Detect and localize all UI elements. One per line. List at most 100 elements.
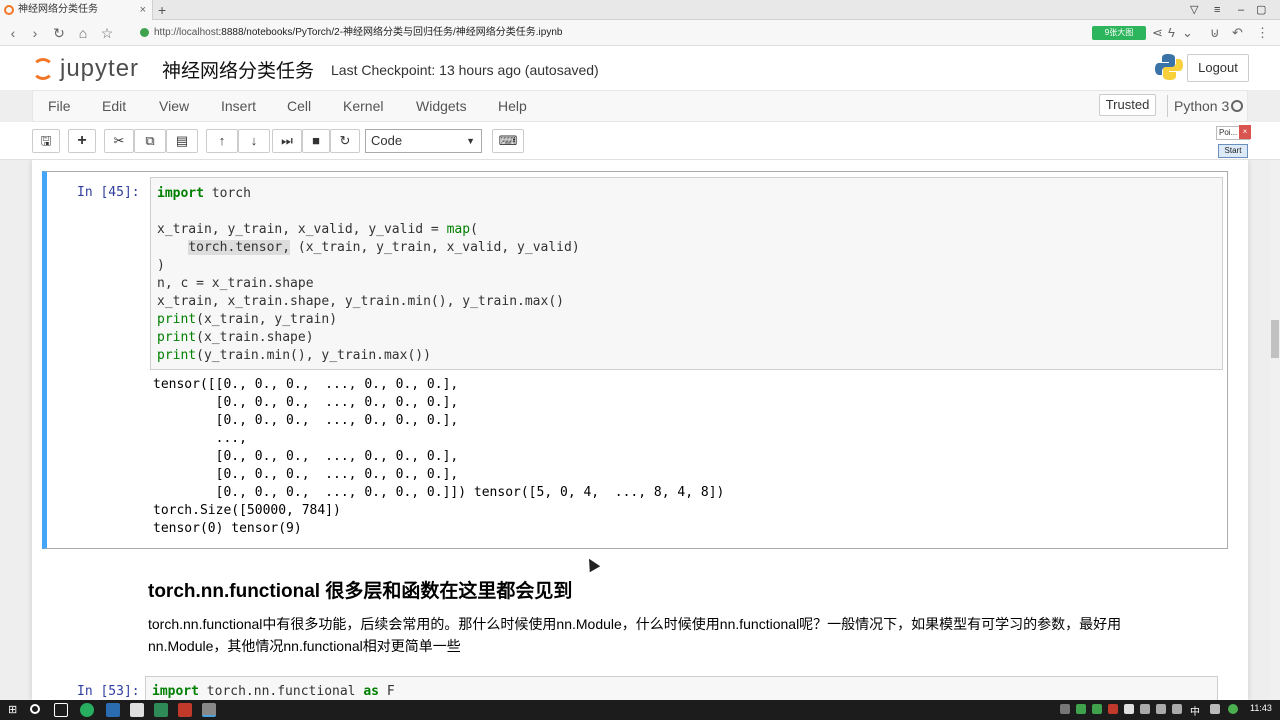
undo-icon[interactable]: ↶ [1232,23,1243,43]
shirt-icon[interactable]: ▽ [1190,0,1198,20]
move-down-button[interactable]: ↓ [238,129,270,153]
scrollbar-thumb[interactable] [1271,320,1279,358]
active-app-icon[interactable] [202,703,216,717]
new-tab-button[interactable]: + [158,0,166,20]
extension-badge[interactable]: 9张大图 [1092,26,1146,40]
os-taskbar: ⊞ 中 11:43 [0,700,1280,720]
notebook-page: In [45]: import torch x_train, y_train, … [32,160,1248,700]
url-host: http://localhost [154,27,219,38]
menu-widgets[interactable]: Widgets [416,91,467,121]
popup-close-icon[interactable]: × [1239,125,1251,139]
chevron-down-icon[interactable]: ⌄ [1182,23,1193,43]
cut-button[interactable]: ✂ [104,129,134,153]
tray-icon[interactable] [1076,704,1086,714]
notebook-title[interactable]: 神经网络分类任务 [162,56,314,83]
code-input[interactable]: import torch x_train, y_train, x_valid, … [150,177,1223,370]
save-icon: 🖫 [40,133,52,148]
clock[interactable]: 11:43 [1250,703,1272,713]
caret-down-icon: ▼ [466,136,475,146]
back-icon[interactable]: ‹ [4,24,22,42]
kernel-idle-icon [1231,100,1243,112]
trusted-badge[interactable]: Trusted [1099,94,1156,116]
more-icon[interactable]: ⋮ [1256,23,1269,43]
tray-icon[interactable] [1124,704,1134,714]
reload-icon[interactable]: ↻ [50,24,68,42]
address-bar: ‹ › ↻ ⌂ ☆ http://localhost:8888/notebook… [0,20,1280,46]
markdown-paragraph: nn.Module，其他情况nn.functional相对更简单一些 [148,638,461,654]
run-button[interactable]: ⏭ [272,129,302,153]
menu-view[interactable]: View [159,91,189,121]
code-input[interactable]: import torch.nn.functional as F [145,676,1218,700]
menu-help[interactable]: Help [498,91,527,121]
volume-icon[interactable] [1156,704,1166,714]
code-line: torch.tensor, (x_train, y_train, x_valid… [188,240,580,255]
output-line: torch.Size([50000, 784]) [153,503,341,518]
interrupt-button[interactable]: ■ [302,129,330,153]
output-line: tensor([[0., 0., 0., ..., 0., 0., 0.], [153,377,459,392]
tray-icon[interactable] [1092,704,1102,714]
browser-tab[interactable]: 神经网络分类任务 × [0,0,153,20]
window-app-icon[interactable] [130,703,144,717]
cell-type-select[interactable]: Code ▼ [365,129,482,153]
share-icon[interactable]: ⋖ [1152,23,1163,43]
browser-tab-title: 神经网络分类任务 [18,4,98,15]
paste-button[interactable]: ▤ [166,129,198,153]
close-tab-icon[interactable]: × [140,0,146,20]
bookmark-star-icon[interactable]: ☆ [98,24,116,42]
cell-prompt: In [45]: [77,185,140,200]
tray-icon[interactable] [1210,704,1220,714]
code-cell[interactable]: In [53]: import torch.nn.functional as F [42,674,1228,700]
menu-icon[interactable]: ≡ [1214,0,1220,20]
search-icon[interactable] [30,704,40,714]
tray-icon[interactable] [1108,704,1118,714]
minimize-icon[interactable]: – [1238,0,1244,20]
battery-icon[interactable] [1172,704,1182,714]
windows-start-icon[interactable]: ⊞ [8,703,17,716]
menu-bar: File Edit View Insert Cell Kernel Widget… [32,90,1248,122]
insert-cell-button[interactable]: + [68,129,96,153]
menu-cell[interactable]: Cell [287,91,311,121]
url-field[interactable]: http://localhost:8888/notebooks/PyTorch/… [136,23,1086,43]
bolt-icon[interactable]: ϟ [1168,23,1175,43]
code-line: ) [157,258,165,273]
tray-icon[interactable] [1228,704,1238,714]
copy-button[interactable]: ⧉ [134,129,166,153]
task-view-icon[interactable] [54,703,68,717]
logout-button[interactable]: Logout [1187,54,1249,82]
forward-icon[interactable]: › [26,24,44,42]
green-app-icon[interactable] [154,703,168,717]
home-icon[interactable]: ⌂ [74,24,92,42]
notebook-container[interactable]: In [45]: import torch x_train, y_train, … [0,160,1270,700]
menu-edit[interactable]: Edit [102,91,126,121]
input-method-indicator[interactable]: 中 [1190,703,1200,718]
move-up-button[interactable]: ↑ [206,129,238,153]
save-button[interactable]: 🖫 [32,129,60,153]
menu-kernel[interactable]: Kernel [343,91,383,121]
menu-insert[interactable]: Insert [221,91,256,121]
bag-icon[interactable]: ⊍ [1210,23,1220,43]
plus-icon: + [77,132,87,149]
code-line: print(x_train.shape) [157,330,314,345]
scissors-icon: ✂ [113,133,125,148]
popup-start-button[interactable]: Start [1218,144,1248,158]
restore-icon[interactable]: ▢ [1256,0,1266,20]
output-line: [0., 0., 0., ..., 0., 0., 0.], [153,413,459,428]
browser-app-icon[interactable] [80,703,94,717]
restart-button[interactable]: ↻ [330,129,360,153]
output-line: tensor(0) tensor(9) [153,521,302,536]
red-app-icon[interactable] [178,703,192,717]
pointer-popup: Poi... × Start [1216,125,1251,158]
explorer-app-icon[interactable] [106,703,120,717]
code-line: x_train, y_train, x_valid, y_valid = map… [157,222,478,237]
menu-file[interactable]: File [48,91,71,121]
jupyter-logo-text: jupyter [60,55,140,82]
jupyter-logo[interactable]: jupyter [30,52,150,84]
kernel-name: Python 3 [1167,95,1229,117]
output-line: [0., 0., 0., ..., 0., 0., 0.], [153,449,459,464]
cell-type-value: Code [371,133,403,148]
tray-icon[interactable] [1060,704,1070,714]
command-palette-button[interactable]: ⌨ [492,129,524,153]
code-cell-selected[interactable]: In [45]: import torch x_train, y_train, … [42,171,1228,549]
network-icon[interactable] [1140,704,1150,714]
page-scrollbar[interactable] [1270,160,1280,700]
